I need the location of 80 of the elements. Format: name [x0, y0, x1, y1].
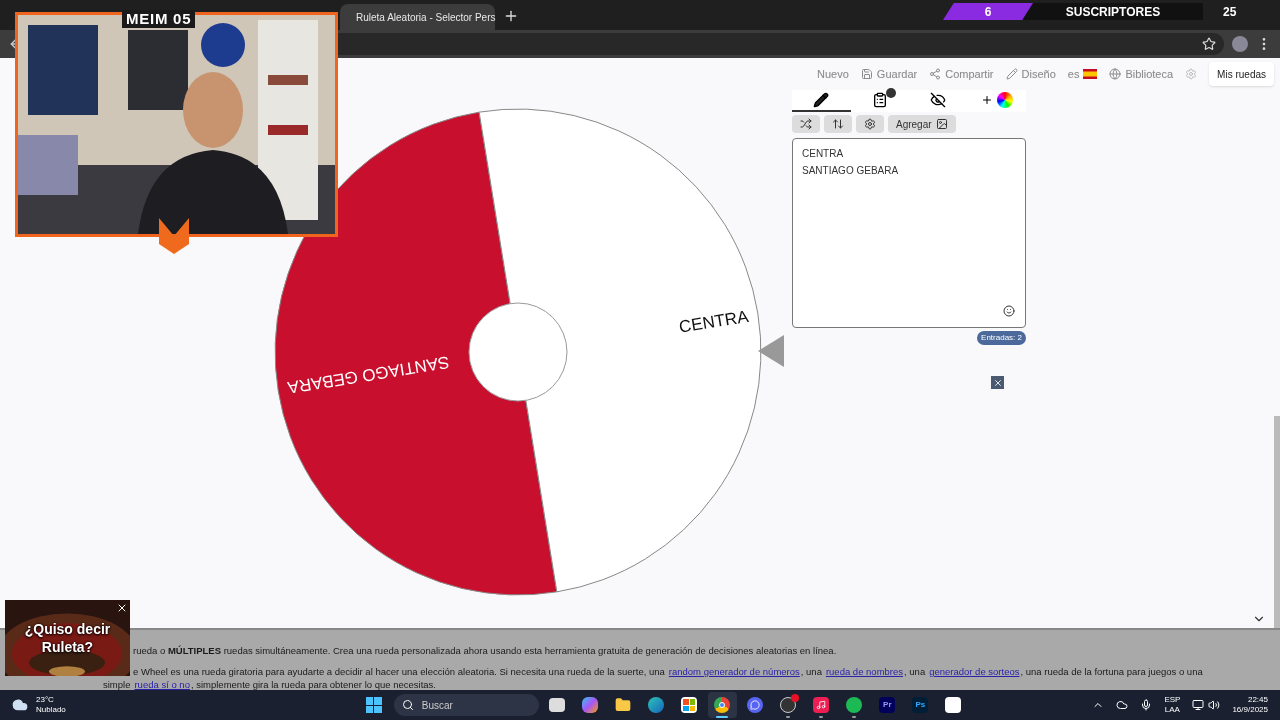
settings-icon — [864, 118, 876, 130]
nav-link[interactable]: Compartir — [929, 65, 994, 83]
search-icon — [401, 699, 414, 711]
image-icon — [935, 118, 948, 130]
globe-icon — [1109, 68, 1122, 80]
wheel[interactable]: SANTIAGO GEBARA CENTRA — [273, 107, 763, 597]
description-link[interactable]: rueda sí o no — [134, 678, 190, 691]
profile-avatar[interactable] — [1232, 36, 1248, 52]
add-image-button[interactable]: Agregar — [888, 115, 956, 133]
close-icon — [992, 377, 1003, 388]
nav-link[interactable]: Nuevo — [817, 65, 849, 83]
ad-headline: ¿Quiso decir Ruleta? — [23, 620, 112, 656]
description-text: e Wheel es una rueda giratoria para ayudarte a decidir al hacer una elección aleatoria. Si necesita una rueda de la suerte, una — [133, 665, 665, 678]
entry-line: CENTRA — [802, 147, 845, 161]
nav-link[interactable]: Guardar — [860, 65, 918, 83]
nav-link[interactable]: Biblioteca — [1109, 65, 1174, 83]
my-wheels-button[interactable]: Mis ruedas — [1209, 62, 1274, 86]
keyboard-layout: LAA — [1164, 705, 1180, 715]
flag-icon — [1083, 69, 1098, 79]
task-view-icon — [549, 698, 566, 712]
entries-textarea[interactable]: CENTRA SANTIAGO GEBARA — [792, 138, 1026, 328]
photoshop-icon: Ps — [912, 697, 929, 713]
description-link[interactable]: generador de sorteos — [929, 665, 1020, 678]
description-text: rueda o MÚLTIPLES ruedas simultáneamente. Crea una rueda personalizada ahora usando esta herramienta gratuita de generación de decisiones aleatorias en línea. — [133, 644, 837, 657]
emoji-icon[interactable] — [1003, 305, 1015, 317]
clock-time: 22:45 — [1247, 695, 1268, 705]
shuffle-icon — [800, 118, 812, 130]
weather-label: Nublado — [36, 705, 66, 715]
bookmark-star-icon[interactable] — [1202, 37, 1216, 51]
entries-count-badge: Entradas: 2 — [977, 331, 1026, 345]
color-wheel-icon — [996, 92, 1013, 108]
segment-label: SANTIAGO GEBARA — [286, 352, 451, 398]
description-text: , una rueda de la fortuna para juegos o una — [1020, 665, 1203, 678]
close-button[interactable] — [991, 376, 1004, 389]
sort-icon — [832, 118, 844, 130]
store-icon — [681, 697, 698, 713]
input-language: ESP — [1164, 695, 1181, 705]
browser-tab[interactable]: Ruleta Aleatoria - Selector Pers — [340, 4, 495, 30]
premiere-icon: Pr — [879, 697, 896, 713]
new-tab-icon[interactable] — [503, 8, 519, 24]
cloud-icon — [12, 697, 28, 713]
taskbar-app[interactable] — [707, 692, 737, 718]
folder-icon — [615, 697, 632, 713]
taskbar-app[interactable]: Ps — [905, 692, 935, 718]
plus-icon — [980, 94, 993, 106]
windows-start-icon[interactable] — [365, 697, 382, 713]
temperature: 23°C — [36, 695, 55, 705]
nav-link[interactable]: es — [1067, 65, 1098, 83]
search-placeholder: Buscar — [421, 698, 453, 713]
eye-off-icon — [930, 92, 947, 108]
settings-button[interactable] — [856, 115, 884, 133]
description-text: , simplemente gira la rueda para obtener lo que necesitas. — [190, 678, 436, 691]
description-link[interactable]: rueda de nombres — [825, 665, 904, 678]
entry-line: SANTIAGO GEBARA — [802, 164, 900, 178]
clock-date: 16/9/2025 — [1232, 705, 1268, 715]
tab-title: Ruleta Aleatoria - Selector Pers — [356, 10, 496, 25]
segment-label: CENTRA — [677, 306, 750, 337]
save-icon — [860, 68, 873, 80]
subscriber-goal: 25 — [1223, 3, 1237, 20]
webcam-label: MEIM 05 — [122, 10, 196, 28]
sort-button[interactable] — [824, 115, 852, 133]
shuffle-button[interactable] — [792, 115, 820, 133]
description-text: simple — [103, 678, 131, 691]
pointer-icon — [758, 335, 784, 367]
clipboard-icon — [871, 92, 888, 108]
volume-icon[interactable] — [1208, 699, 1221, 711]
pencil-icon — [813, 92, 830, 108]
subscriber-label: SUSCRIPTORES — [1023, 3, 1203, 20]
ad-popup[interactable]: ¿Quiso decir Ruleta? — [5, 600, 130, 676]
nav-link[interactable]: Diseño — [1005, 65, 1056, 83]
description-text: , una — [904, 665, 926, 678]
editor-tab[interactable] — [792, 90, 851, 112]
taskbar-search-field[interactable]: Buscar — [393, 694, 539, 716]
close-icon[interactable] — [116, 602, 128, 614]
description-text: , una — [800, 665, 822, 678]
pencil-icon — [1005, 68, 1018, 80]
taskbar-app[interactable]: Pr — [872, 692, 902, 718]
share-icon — [929, 68, 942, 80]
description-link[interactable]: random generador de números — [668, 665, 800, 678]
microphone-icon[interactable] — [1140, 699, 1153, 711]
